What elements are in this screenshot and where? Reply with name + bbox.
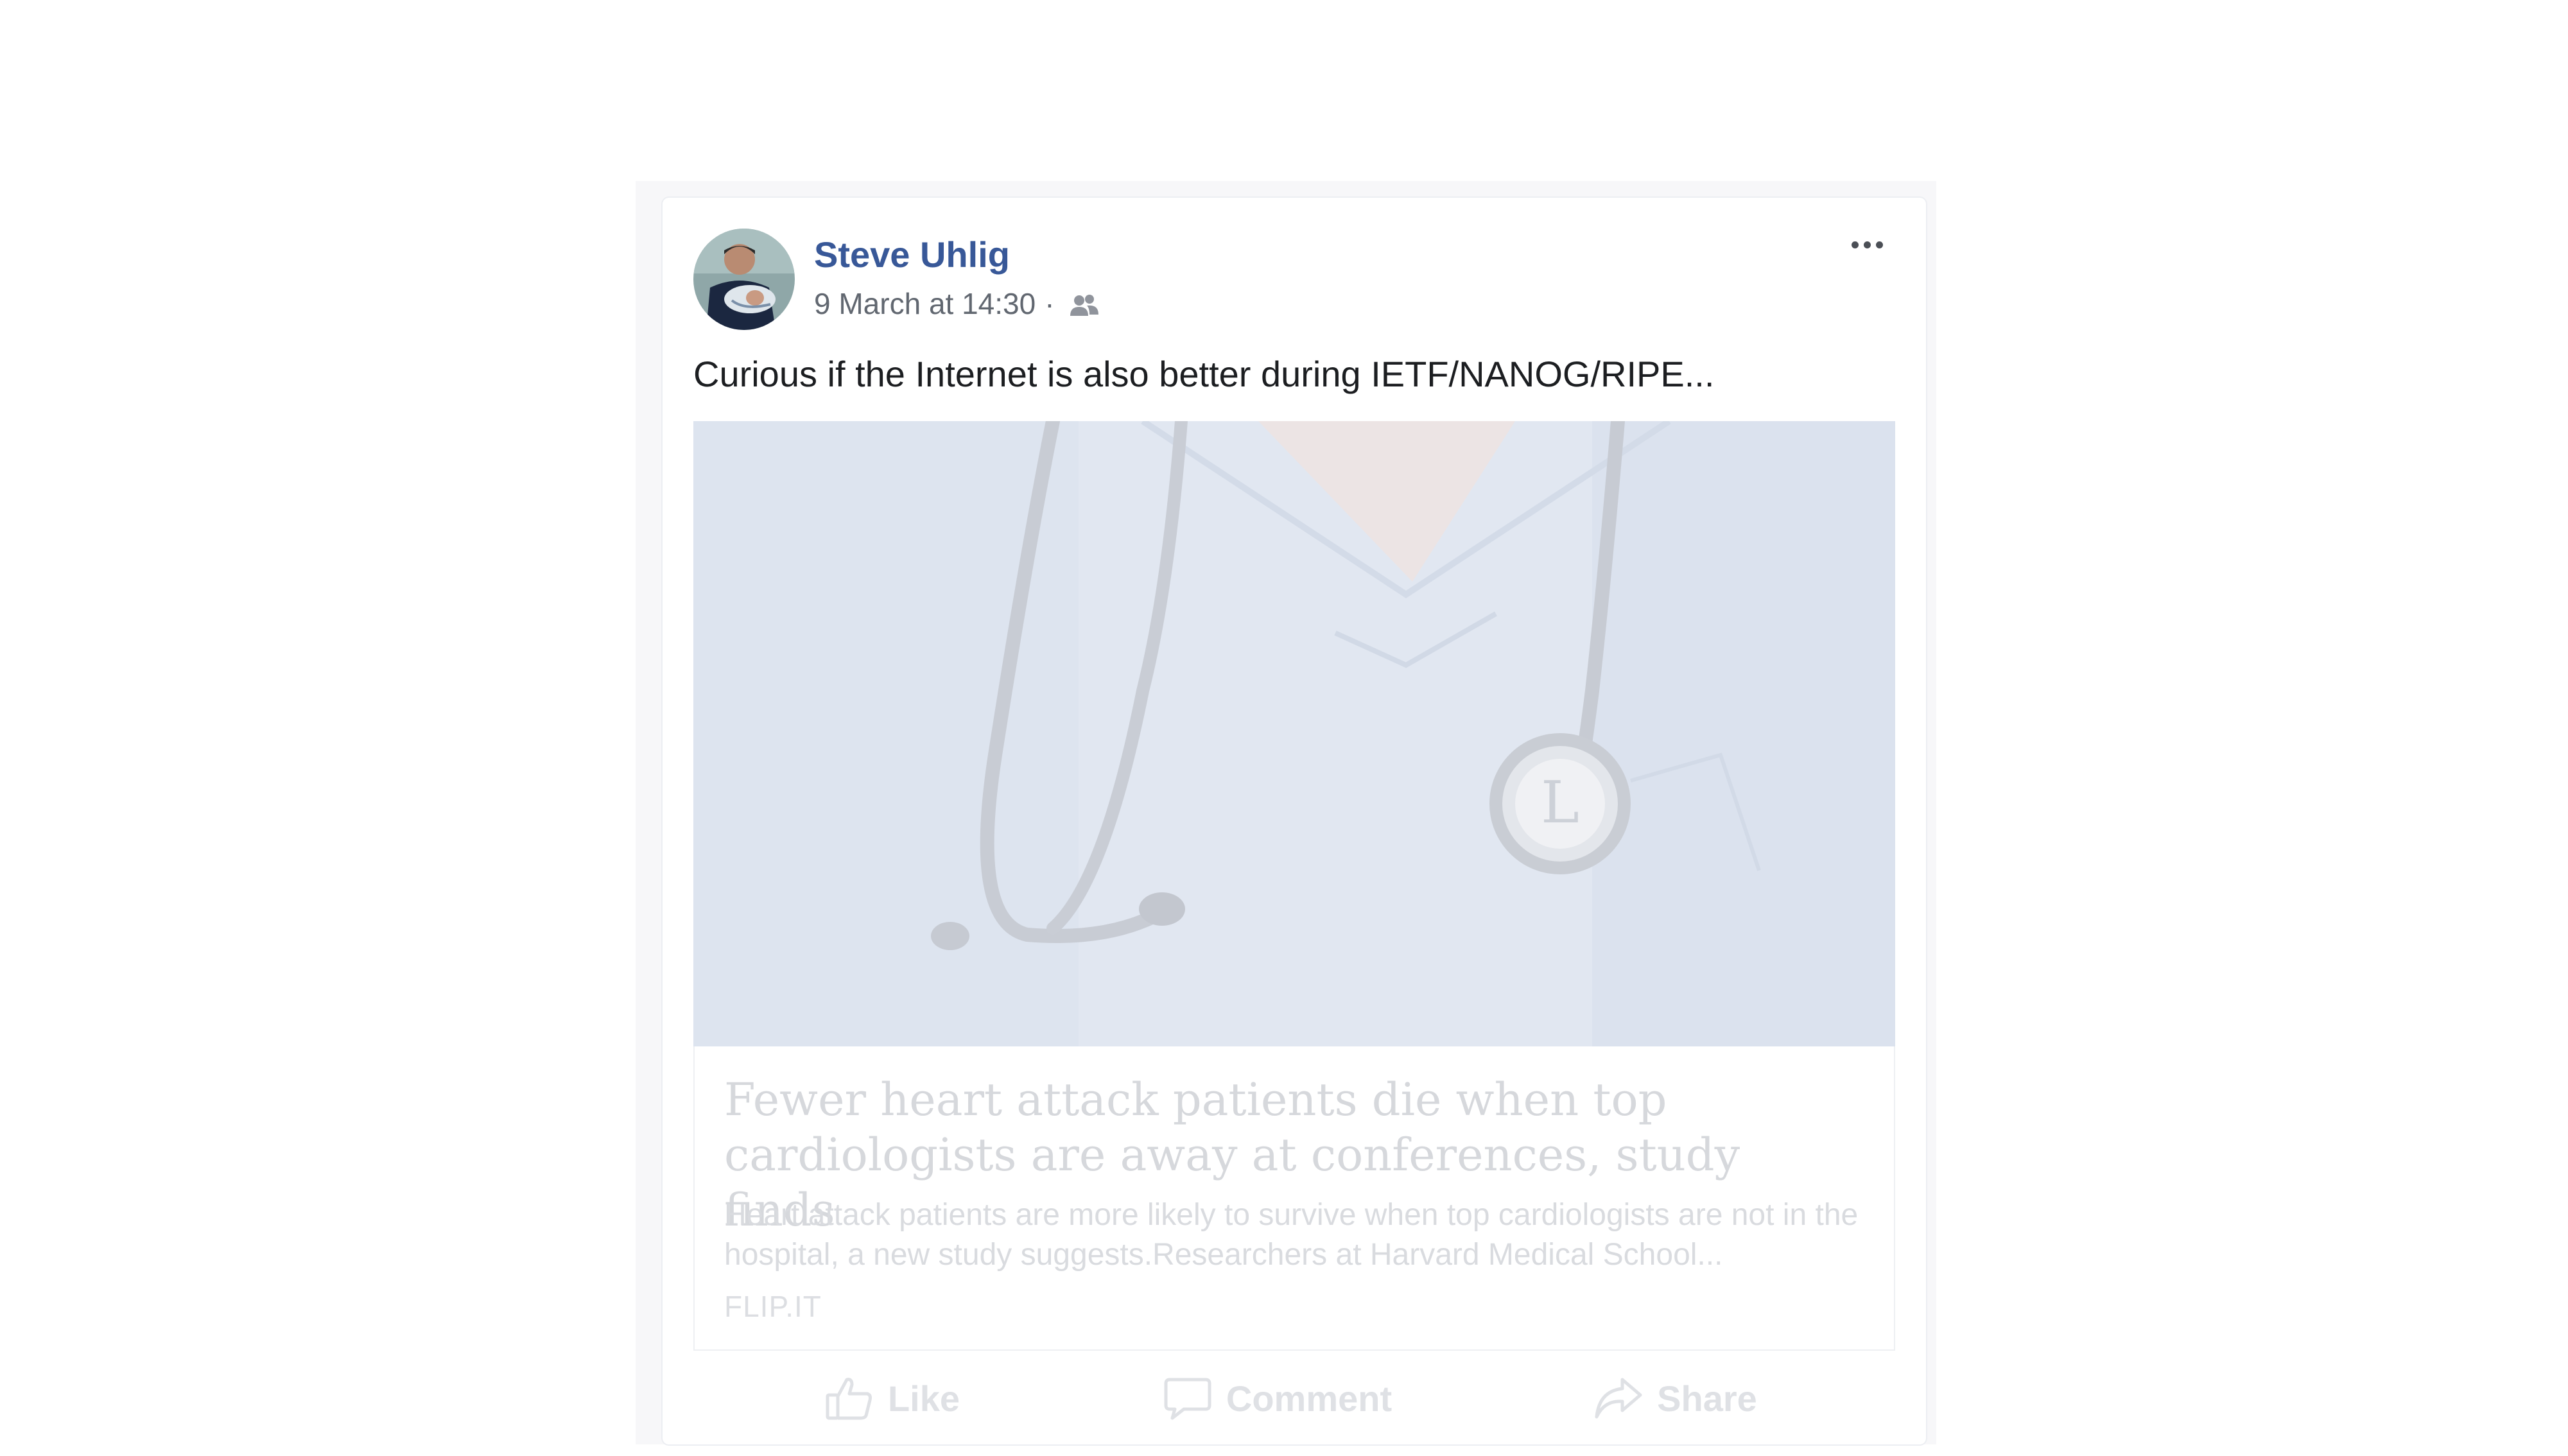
meta-separator: ·	[1045, 287, 1055, 320]
comment-label: Comment	[1226, 1378, 1392, 1419]
link-preview-image: L	[693, 421, 1895, 1046]
post-meta: 9 March at 14:30 ·	[814, 286, 1101, 321]
share-icon	[1595, 1378, 1642, 1419]
link-preview[interactable]: L Fewer heart attack patients die when t…	[693, 421, 1895, 1352]
link-description: Heart attack patients are more likely to…	[724, 1198, 1859, 1272]
share-button[interactable]: Share	[1566, 1353, 1785, 1443]
post-timestamp[interactable]: 9 March at 14:30	[814, 286, 1036, 321]
post-card: Steve Uhlig 9 March at 14:30 · Curious i…	[663, 198, 1926, 1444]
like-label: Like	[887, 1378, 960, 1419]
post-actions: Like Comment Share	[693, 1353, 1895, 1456]
like-button[interactable]: Like	[783, 1353, 1002, 1443]
avatar[interactable]	[693, 229, 795, 330]
author-name[interactable]: Steve Uhlig	[814, 234, 1010, 275]
svg-text:L: L	[1541, 769, 1579, 836]
share-label: Share	[1657, 1378, 1757, 1419]
link-domain: FLIP.IT	[724, 1290, 822, 1323]
comment-icon	[1164, 1378, 1211, 1420]
like-icon	[826, 1378, 872, 1420]
friends-icon[interactable]	[1068, 291, 1101, 316]
link-preview-info: Fewer heart attack patients die when top…	[693, 1046, 1895, 1351]
more-options-icon[interactable]	[1841, 229, 1893, 261]
comment-button[interactable]: Comment	[1143, 1353, 1412, 1443]
post-text: Curious if the Internet is also better d…	[693, 354, 1715, 394]
